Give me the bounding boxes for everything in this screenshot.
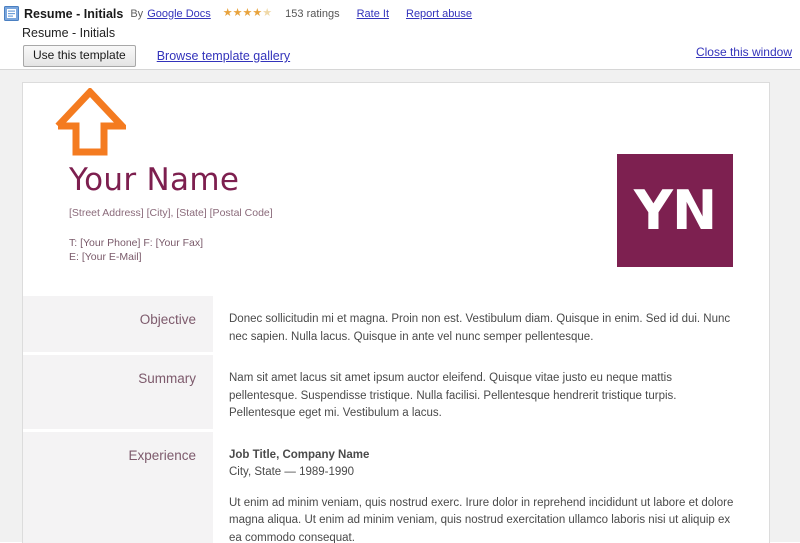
resume-section-experience: Experience Job Title, Company Name City,… bbox=[23, 432, 770, 543]
star-1-icon: ★ bbox=[223, 7, 233, 19]
section-paragraph: Nam sit amet lacus sit amet ipsum auctor… bbox=[229, 370, 735, 423]
section-label-column: Objective bbox=[23, 296, 213, 352]
section-body: Donec sollicitudin mi et magna. Proin no… bbox=[213, 296, 770, 352]
job-location-dates: City, State — 1989-1990 bbox=[229, 464, 735, 482]
section-label-column: Experience bbox=[23, 432, 213, 543]
rate-it-link[interactable]: Rate It bbox=[357, 8, 389, 20]
rating-stars: ★★★★★ bbox=[223, 8, 272, 19]
resume-email-line: E: [Your E-Mail] bbox=[69, 251, 629, 265]
resume-section-summary: Summary Nam sit amet lacus sit amet ipsu… bbox=[23, 355, 770, 429]
section-body: Nam sit amet lacus sit amet ipsum auctor… bbox=[213, 355, 770, 429]
report-abuse-link[interactable]: Report abuse bbox=[406, 8, 472, 20]
resume-sections: Objective Donec sollicitudin mi et magna… bbox=[23, 296, 770, 543]
star-4-icon: ★ bbox=[252, 7, 262, 19]
section-label: Objective bbox=[33, 311, 196, 329]
resume-contact-block: T: [Your Phone] F: [Your Fax] E: [Your E… bbox=[69, 237, 629, 264]
template-actions-row: Use this template Browse template galler… bbox=[23, 45, 290, 67]
resume-section-objective: Objective Donec sollicitudin mi et magna… bbox=[23, 296, 770, 352]
document-preview-area: Your Name [Street Address] [City], [Stat… bbox=[0, 69, 800, 542]
template-preview-topbar: Resume - Initials By Google Docs ★★★★★ 1… bbox=[0, 0, 800, 69]
section-paragraph: Donec sollicitudin mi et magna. Proin no… bbox=[229, 311, 735, 346]
page-title: Resume - Initials bbox=[24, 7, 123, 21]
section-label: Summary bbox=[33, 370, 196, 388]
resume-document-page: Your Name [Street Address] [City], [Stat… bbox=[22, 82, 770, 543]
resume-initials-logo: YN bbox=[617, 154, 733, 267]
resume-header-block: Your Name [Street Address] [City], [Stat… bbox=[69, 163, 629, 264]
author-link[interactable]: Google Docs bbox=[147, 8, 211, 20]
template-info-row: Resume - Initials By Google Docs ★★★★★ 1… bbox=[4, 6, 472, 21]
use-this-template-button[interactable]: Use this template bbox=[23, 45, 136, 67]
star-5-icon: ★ bbox=[262, 7, 272, 19]
star-2-icon: ★ bbox=[233, 7, 243, 19]
author-prefix-label: By bbox=[130, 8, 143, 20]
star-3-icon: ★ bbox=[243, 7, 253, 19]
browse-template-gallery-link[interactable]: Browse template gallery bbox=[157, 49, 290, 63]
close-this-window-link[interactable]: Close this window bbox=[696, 45, 792, 59]
section-body: Job Title, Company Name City, State — 19… bbox=[213, 432, 770, 543]
template-subtitle: Resume - Initials bbox=[22, 26, 115, 40]
job-title: Job Title, Company Name bbox=[229, 447, 735, 465]
document-icon bbox=[4, 6, 19, 21]
resume-initials-text: YN bbox=[634, 184, 716, 238]
resume-address-line: [Street Address] [City], [State] [Postal… bbox=[69, 206, 629, 220]
section-label: Experience bbox=[33, 447, 196, 465]
resume-name: Your Name bbox=[69, 163, 629, 197]
up-arrow-annotation-icon bbox=[54, 88, 126, 158]
resume-phone-line: T: [Your Phone] F: [Your Fax] bbox=[69, 237, 629, 251]
ratings-count: 153 ratings bbox=[285, 8, 339, 20]
section-label-column: Summary bbox=[23, 355, 213, 429]
section-paragraph: Ut enim ad minim veniam, quis nostrud ex… bbox=[229, 495, 735, 543]
